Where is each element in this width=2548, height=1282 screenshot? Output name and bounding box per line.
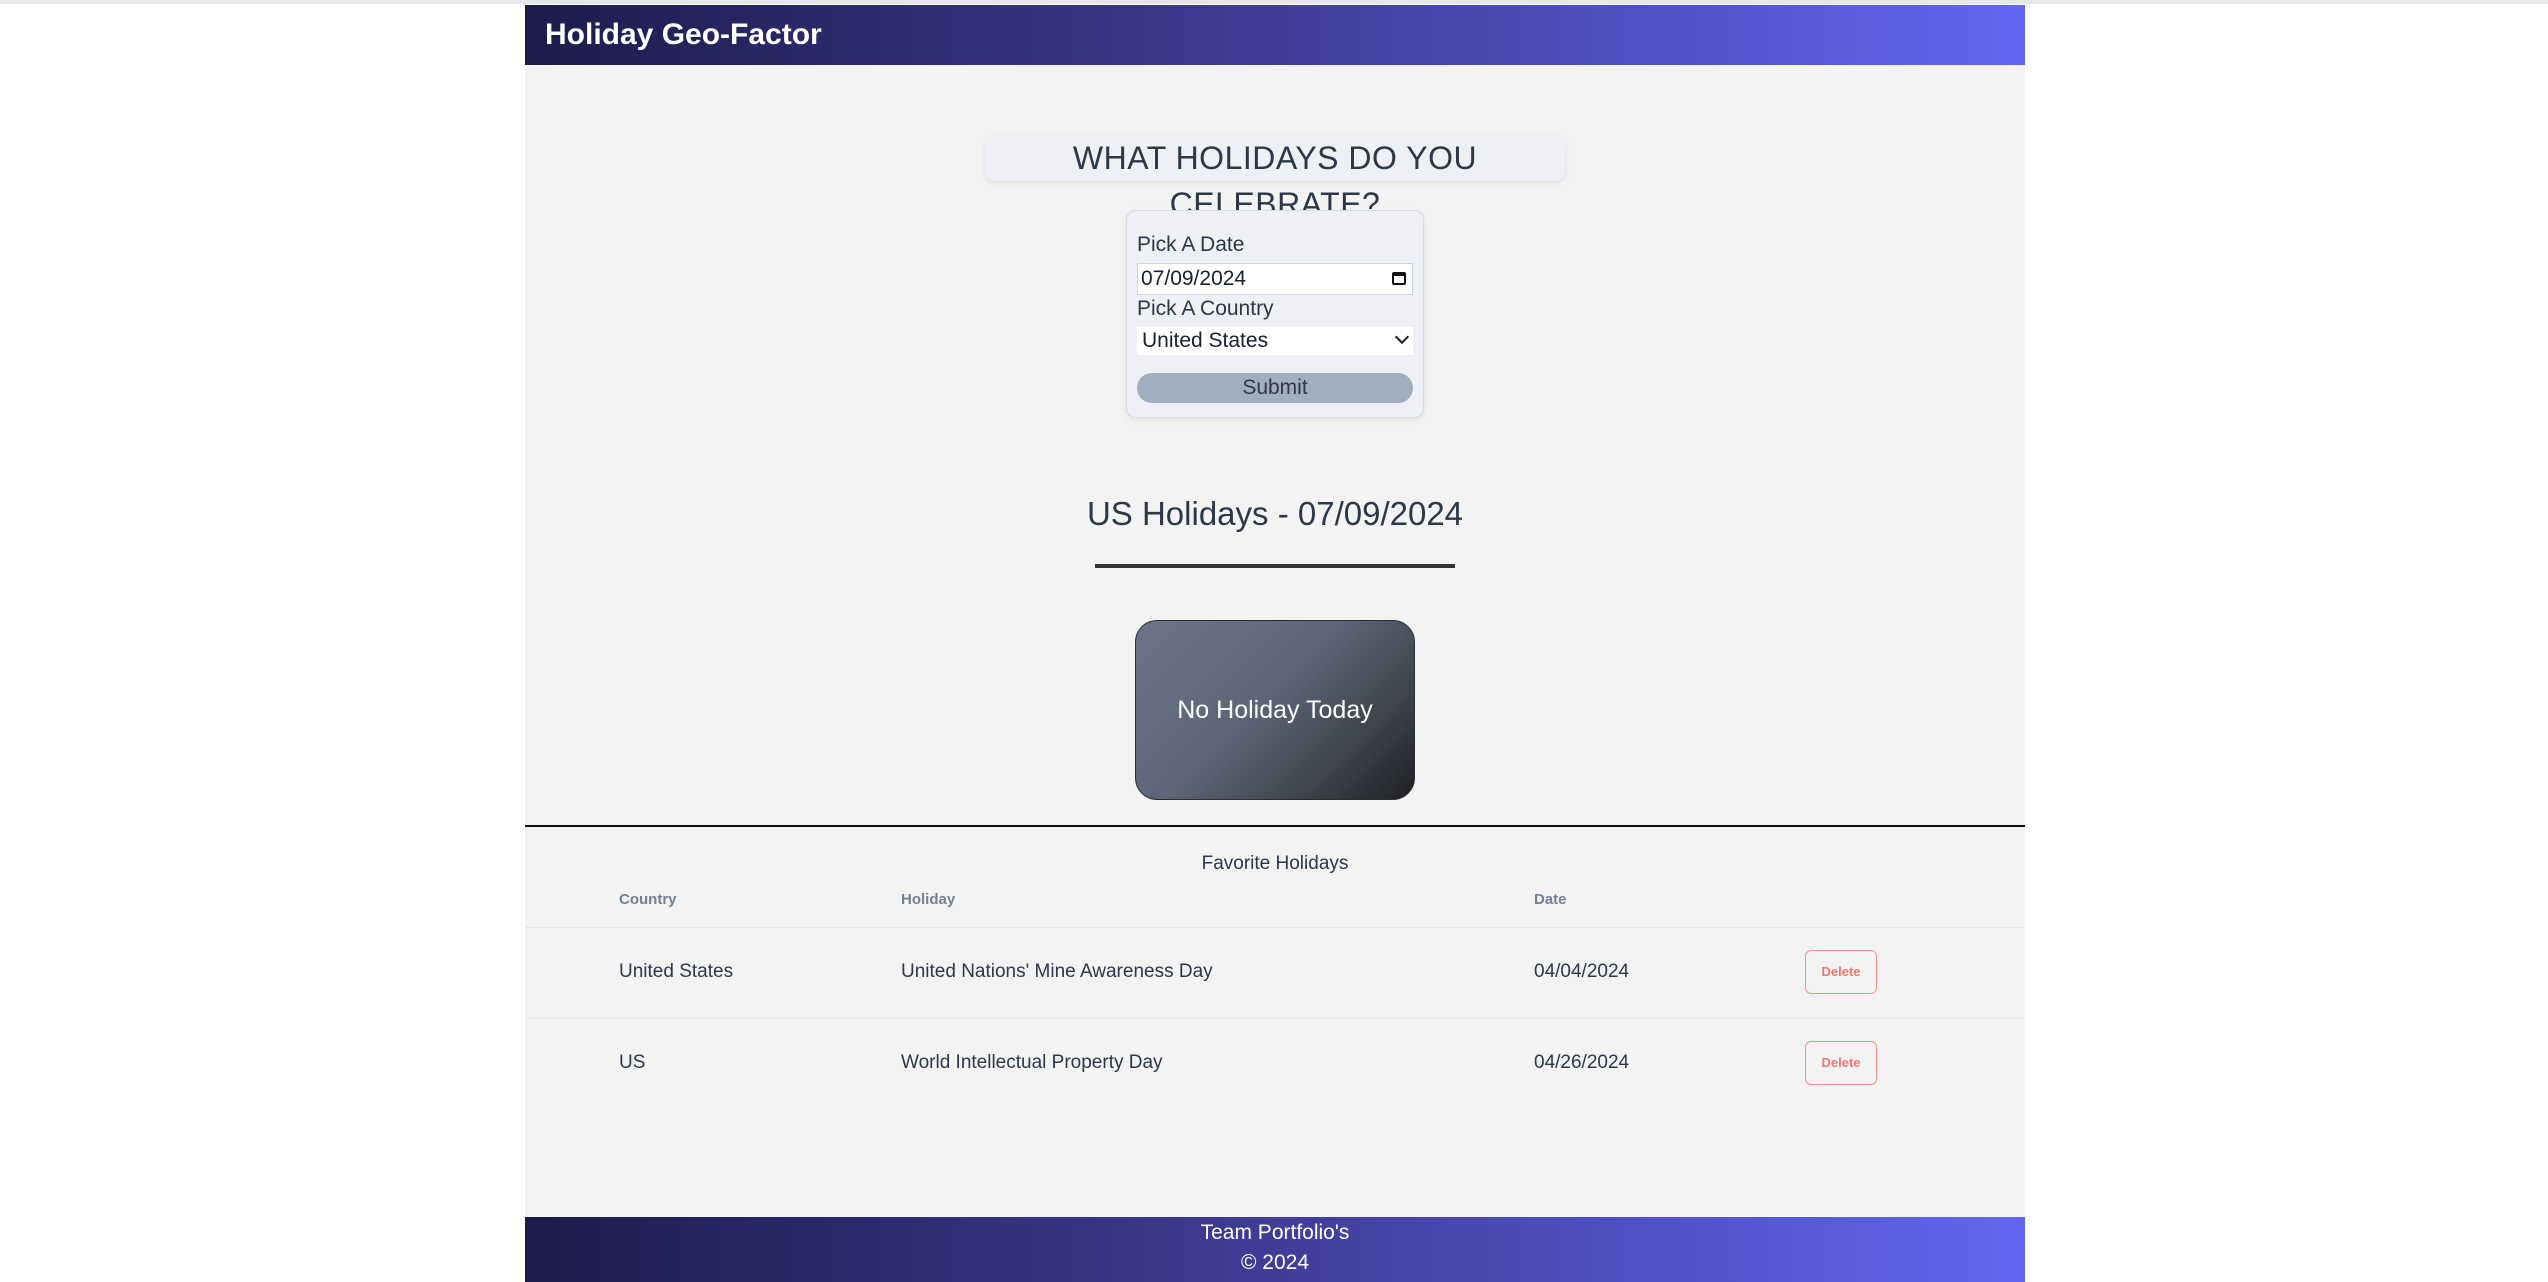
row-holiday: United Nations' Mine Awareness Day <box>901 961 1213 982</box>
result-heading: US Holidays - 07/09/2024 <box>1086 495 1464 532</box>
column-header-holiday: Holiday <box>901 891 956 908</box>
date-input[interactable]: 07/09/2024 <box>1137 263 1413 295</box>
app-container: Holiday Geo-Factor WHAT HOLIDAYS DO YOU … <box>525 5 2025 1282</box>
browser-top-rule <box>0 0 2548 4</box>
holiday-search-form: Pick A Date 07/09/2024 Pick A Country Un… <box>1126 210 1424 418</box>
result-divider <box>1095 564 1455 568</box>
country-select[interactable]: United States <box>1137 327 1413 355</box>
column-header-date: Date <box>1534 891 1567 908</box>
country-label: Pick A Country <box>1137 297 1274 320</box>
footer-team-text: Team Portfolio's <box>1200 1221 1350 1244</box>
row-date: 04/04/2024 <box>1534 961 1630 982</box>
calendar-icon[interactable] <box>1392 272 1406 285</box>
favorites-title: Favorite Holidays <box>1201 853 1349 874</box>
app-title: Holiday Geo-Factor <box>545 18 822 51</box>
row-country: US <box>619 1052 646 1073</box>
chevron-down-icon <box>1394 329 1410 345</box>
date-label: Pick A Date <box>1137 233 1245 256</box>
footer: Team Portfolio's © 2024 <box>525 1217 2025 1282</box>
delete-button[interactable]: Delete <box>1805 950 1877 994</box>
delete-button[interactable]: Delete <box>1805 1041 1877 1085</box>
row-country: United States <box>619 961 734 982</box>
header-bar: Holiday Geo-Factor <box>525 5 2025 65</box>
column-header-country: Country <box>619 891 677 908</box>
row-holiday: World Intellectual Property Day <box>901 1052 1163 1073</box>
table-row: US World Intellectual Property Day 04/26… <box>525 1018 2025 1110</box>
section-divider <box>525 825 2025 827</box>
submit-button[interactable]: Submit <box>1137 373 1413 403</box>
row-date: 04/26/2024 <box>1534 1052 1630 1073</box>
holiday-card: No Holiday Today <box>1135 620 1415 800</box>
table-row: United States United Nations' Mine Aware… <box>525 927 2025 1019</box>
country-select-value: United States <box>1142 329 1269 352</box>
date-input-value: 07/09/2024 <box>1141 267 1247 290</box>
footer-copyright: © 2024 <box>1240 1251 1310 1274</box>
page-title: WHAT HOLIDAYS DO YOU CELEBRATE? <box>985 135 1565 222</box>
